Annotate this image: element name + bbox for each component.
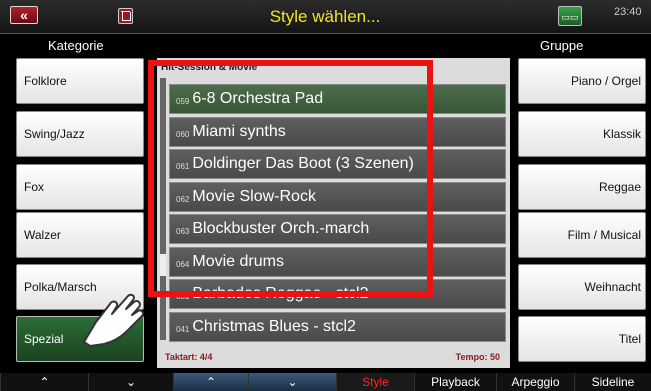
scroll-down-button[interactable]: ⌄	[88, 373, 173, 391]
list-item[interactable]: 064 Movie drums	[169, 247, 506, 277]
list-item[interactable]: 061 Doldinger Das Boot (3 Szenen)	[169, 149, 506, 179]
group-button[interactable]: Film / Musical	[518, 212, 646, 258]
item-number: 031	[176, 292, 190, 301]
list-item[interactable]: 031 Barbados Reggae - stcl2	[169, 279, 506, 309]
category-label: Swing/Jazz	[24, 127, 85, 141]
style-tab[interactable]: Style	[336, 373, 414, 391]
category-label: Fox	[24, 180, 45, 194]
item-name: Blockbuster Orch.-march	[192, 220, 370, 237]
group-label: Weihnacht	[584, 280, 641, 294]
item-name: 6-8 Orchestra Pad	[192, 90, 324, 107]
hand-pointer-icon	[83, 293, 145, 347]
back-button[interactable]: «	[10, 6, 38, 24]
item-number: 061	[176, 162, 190, 171]
group-label: Piano / Orgel	[570, 74, 641, 88]
group-label: Klassik	[602, 127, 641, 141]
item-name: Doldinger Das Boot (3 Szenen)	[192, 155, 414, 172]
item-number: 063	[176, 227, 190, 236]
page-title: Style wählen...	[269, 7, 381, 26]
group-button[interactable]: Titel	[518, 316, 646, 362]
list-item[interactable]: 041 Christmas Blues - stcl2	[169, 312, 506, 342]
page-down-button[interactable]: ⌄	[248, 373, 336, 391]
list-title: Hit-Session & Movie	[161, 62, 258, 73]
item-name: Movie Slow-Rock	[192, 188, 316, 205]
item-number: 060	[176, 130, 190, 139]
chevron-down-icon: ⌄	[125, 375, 137, 389]
list-item[interactable]: 060 Miami synths	[169, 117, 506, 147]
item-name: Movie drums	[192, 253, 284, 270]
category-header: Kategorie	[48, 38, 104, 53]
playback-tab[interactable]: Playback	[414, 373, 496, 391]
category-button[interactable]: Walzer	[16, 212, 144, 258]
category-label: Spezial	[24, 332, 64, 346]
list-item[interactable]: 062 Movie Slow-Rock	[169, 182, 506, 212]
clock: 23:40	[614, 6, 642, 18]
group-button[interactable]: Piano / Orgel	[518, 58, 646, 104]
list-item-selected[interactable]: 059 6-8 Orchestra Pad	[169, 84, 506, 114]
item-number: 064	[176, 260, 190, 269]
item-number: 041	[176, 325, 190, 334]
group-button[interactable]: Reggae	[518, 164, 646, 210]
sideline-tab[interactable]: Sideline	[574, 373, 651, 391]
category-label: Folklore	[24, 74, 67, 88]
chevron-down-icon: ⌄	[287, 375, 298, 389]
time-signature: Taktart: 4/4	[165, 352, 213, 362]
category-label: Walzer	[24, 228, 61, 242]
arpeggio-tab[interactable]: Arpeggio	[496, 373, 574, 391]
chevron-up-icon: ⌃	[205, 375, 217, 389]
group-button[interactable]: Weihnacht	[518, 264, 646, 310]
group-label: Reggae	[598, 180, 641, 194]
tempo: Tempo: 50	[455, 352, 500, 362]
trash-icon[interactable]	[118, 8, 133, 24]
category-button[interactable]: Folklore	[16, 58, 144, 104]
item-name: Christmas Blues - stcl2	[192, 318, 356, 335]
group-label: Titel	[618, 332, 641, 346]
group-label: Film / Musical	[567, 228, 641, 242]
chevron-up-icon: ⌃	[39, 375, 50, 389]
page-up-button[interactable]: ⌃	[173, 373, 248, 391]
scroll-thumb[interactable]	[160, 254, 166, 276]
category-button[interactable]: Fox	[16, 164, 144, 210]
item-number: 062	[176, 195, 190, 204]
category-button[interactable]: Swing/Jazz	[16, 111, 144, 157]
hdd-icon[interactable]: ▭▭	[558, 6, 582, 26]
scrollbar[interactable]	[160, 78, 166, 340]
group-header: Gruppe	[540, 38, 584, 53]
item-number: 059	[176, 97, 190, 106]
item-name: Miami synths	[192, 123, 286, 140]
list-item[interactable]: 063 Blockbuster Orch.-march	[169, 214, 506, 244]
scroll-up-button[interactable]: ⌃	[0, 373, 88, 391]
style-list-panel: Hit-Session & Movie 059 6-8 Orchestra Pad…	[157, 58, 510, 368]
group-button[interactable]: Klassik	[518, 111, 646, 157]
item-name: Barbados Reggae - stcl2	[192, 285, 369, 302]
